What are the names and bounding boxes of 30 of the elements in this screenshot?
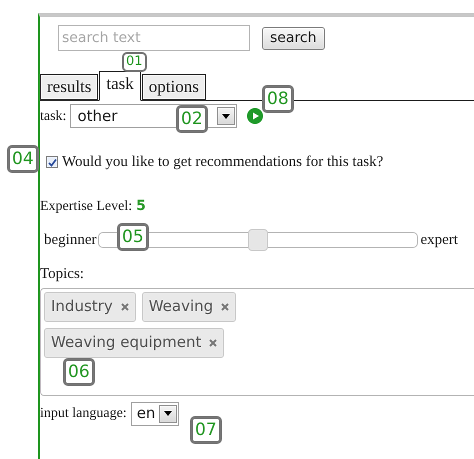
task-label: task: [40, 108, 66, 126]
language-label: input language: [40, 405, 127, 423]
callout-badge: 05 [117, 223, 149, 251]
callout-badge: 08 [262, 85, 294, 113]
topic-tag[interactable]: Industry [44, 292, 136, 322]
callout-badge: 04 [7, 145, 39, 173]
topics-label: Topics: [40, 265, 84, 284]
callout-badge: 01 [122, 52, 147, 72]
expertise-value: 5 [136, 196, 146, 216]
checkbox[interactable] [46, 156, 58, 168]
search-field[interactable]: search text [58, 25, 250, 51]
language-select[interactable]: en [130, 402, 180, 426]
topic-tag[interactable]: Weaving [142, 292, 236, 322]
search-button[interactable]: search [262, 26, 325, 50]
callout-badge: 02 [176, 105, 208, 133]
tab[interactable]: options [142, 74, 206, 100]
max-label: expert [420, 230, 458, 250]
remove-icon[interactable] [221, 302, 230, 310]
topic-tag[interactable]: Weaving equipment [44, 328, 224, 358]
callout-badge: 06 [63, 358, 95, 386]
checkbox-label: Would you like to get recommendations for this task? [62, 153, 384, 172]
callout-badge: 07 [190, 416, 222, 444]
min-label: beginner [44, 230, 96, 250]
slider-thumb[interactable] [248, 228, 268, 251]
remove-icon[interactable] [120, 302, 129, 310]
remove-icon[interactable] [209, 338, 218, 346]
expertise-label: Expertise Level: [40, 198, 132, 216]
play-icon[interactable] [247, 108, 264, 124]
tab[interactable]: task [99, 71, 141, 101]
tab[interactable]: results [40, 74, 98, 100]
